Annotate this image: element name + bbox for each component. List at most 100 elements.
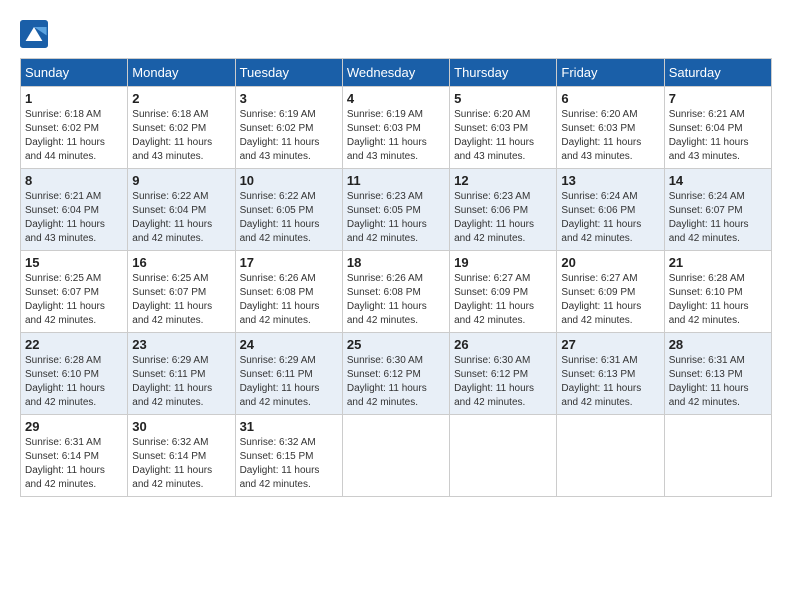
day-info: Sunrise: 6:20 AM Sunset: 6:03 PM Dayligh…: [561, 108, 659, 164]
day-number: 17: [240, 255, 338, 270]
day-info: Sunrise: 6:18 AM Sunset: 6:02 PM Dayligh…: [25, 108, 123, 164]
calendar-cell: 29 Sunrise: 6:31 AM Sunset: 6:14 PM Dayl…: [21, 415, 128, 497]
day-number: 31: [240, 419, 338, 434]
calendar-header: SundayMondayTuesdayWednesdayThursdayFrid…: [21, 59, 772, 87]
day-header-tuesday: Tuesday: [235, 59, 342, 87]
day-info: Sunrise: 6:30 AM Sunset: 6:12 PM Dayligh…: [347, 354, 445, 410]
calendar-cell: 27 Sunrise: 6:31 AM Sunset: 6:13 PM Dayl…: [557, 333, 664, 415]
day-header-wednesday: Wednesday: [342, 59, 449, 87]
day-info: Sunrise: 6:24 AM Sunset: 6:07 PM Dayligh…: [669, 190, 767, 246]
day-number: 28: [669, 337, 767, 352]
calendar-week-4: 22 Sunrise: 6:28 AM Sunset: 6:10 PM Dayl…: [21, 333, 772, 415]
day-number: 10: [240, 173, 338, 188]
day-number: 15: [25, 255, 123, 270]
calendar-cell: 26 Sunrise: 6:30 AM Sunset: 6:12 PM Dayl…: [450, 333, 557, 415]
calendar-cell: 13 Sunrise: 6:24 AM Sunset: 6:06 PM Dayl…: [557, 169, 664, 251]
day-info: Sunrise: 6:19 AM Sunset: 6:03 PM Dayligh…: [347, 108, 445, 164]
calendar-cell: 14 Sunrise: 6:24 AM Sunset: 6:07 PM Dayl…: [664, 169, 771, 251]
day-info: Sunrise: 6:25 AM Sunset: 6:07 PM Dayligh…: [25, 272, 123, 328]
calendar-week-1: 1 Sunrise: 6:18 AM Sunset: 6:02 PM Dayli…: [21, 87, 772, 169]
day-info: Sunrise: 6:23 AM Sunset: 6:05 PM Dayligh…: [347, 190, 445, 246]
calendar-cell: 7 Sunrise: 6:21 AM Sunset: 6:04 PM Dayli…: [664, 87, 771, 169]
day-number: 2: [132, 91, 230, 106]
calendar-cell: [664, 415, 771, 497]
day-number: 13: [561, 173, 659, 188]
day-info: Sunrise: 6:29 AM Sunset: 6:11 PM Dayligh…: [132, 354, 230, 410]
calendar-cell: 11 Sunrise: 6:23 AM Sunset: 6:05 PM Dayl…: [342, 169, 449, 251]
day-info: Sunrise: 6:32 AM Sunset: 6:14 PM Dayligh…: [132, 436, 230, 492]
day-header-friday: Friday: [557, 59, 664, 87]
day-info: Sunrise: 6:31 AM Sunset: 6:13 PM Dayligh…: [561, 354, 659, 410]
day-number: 25: [347, 337, 445, 352]
day-header-monday: Monday: [128, 59, 235, 87]
day-number: 18: [347, 255, 445, 270]
day-number: 21: [669, 255, 767, 270]
day-info: Sunrise: 6:27 AM Sunset: 6:09 PM Dayligh…: [454, 272, 552, 328]
calendar-cell: 22 Sunrise: 6:28 AM Sunset: 6:10 PM Dayl…: [21, 333, 128, 415]
calendar-cell: 10 Sunrise: 6:22 AM Sunset: 6:05 PM Dayl…: [235, 169, 342, 251]
day-info: Sunrise: 6:29 AM Sunset: 6:11 PM Dayligh…: [240, 354, 338, 410]
calendar-cell: 25 Sunrise: 6:30 AM Sunset: 6:12 PM Dayl…: [342, 333, 449, 415]
day-info: Sunrise: 6:22 AM Sunset: 6:04 PM Dayligh…: [132, 190, 230, 246]
day-number: 29: [25, 419, 123, 434]
calendar-cell: 21 Sunrise: 6:28 AM Sunset: 6:10 PM Dayl…: [664, 251, 771, 333]
day-number: 22: [25, 337, 123, 352]
day-info: Sunrise: 6:18 AM Sunset: 6:02 PM Dayligh…: [132, 108, 230, 164]
logo: [20, 20, 50, 48]
calendar-cell: 18 Sunrise: 6:26 AM Sunset: 6:08 PM Dayl…: [342, 251, 449, 333]
calendar-cell: 20 Sunrise: 6:27 AM Sunset: 6:09 PM Dayl…: [557, 251, 664, 333]
calendar-cell: [450, 415, 557, 497]
day-number: 24: [240, 337, 338, 352]
calendar-cell: 16 Sunrise: 6:25 AM Sunset: 6:07 PM Dayl…: [128, 251, 235, 333]
calendar-cell: 3 Sunrise: 6:19 AM Sunset: 6:02 PM Dayli…: [235, 87, 342, 169]
calendar-cell: 19 Sunrise: 6:27 AM Sunset: 6:09 PM Dayl…: [450, 251, 557, 333]
calendar-cell: 6 Sunrise: 6:20 AM Sunset: 6:03 PM Dayli…: [557, 87, 664, 169]
day-info: Sunrise: 6:23 AM Sunset: 6:06 PM Dayligh…: [454, 190, 552, 246]
day-info: Sunrise: 6:21 AM Sunset: 6:04 PM Dayligh…: [669, 108, 767, 164]
calendar-cell: [342, 415, 449, 497]
day-info: Sunrise: 6:22 AM Sunset: 6:05 PM Dayligh…: [240, 190, 338, 246]
day-number: 12: [454, 173, 552, 188]
calendar-cell: 28 Sunrise: 6:31 AM Sunset: 6:13 PM Dayl…: [664, 333, 771, 415]
calendar: SundayMondayTuesdayWednesdayThursdayFrid…: [20, 58, 772, 497]
calendar-cell: 2 Sunrise: 6:18 AM Sunset: 6:02 PM Dayli…: [128, 87, 235, 169]
day-number: 9: [132, 173, 230, 188]
calendar-week-2: 8 Sunrise: 6:21 AM Sunset: 6:04 PM Dayli…: [21, 169, 772, 251]
day-info: Sunrise: 6:28 AM Sunset: 6:10 PM Dayligh…: [669, 272, 767, 328]
day-info: Sunrise: 6:26 AM Sunset: 6:08 PM Dayligh…: [240, 272, 338, 328]
day-info: Sunrise: 6:24 AM Sunset: 6:06 PM Dayligh…: [561, 190, 659, 246]
calendar-cell: 5 Sunrise: 6:20 AM Sunset: 6:03 PM Dayli…: [450, 87, 557, 169]
day-header-saturday: Saturday: [664, 59, 771, 87]
day-info: Sunrise: 6:21 AM Sunset: 6:04 PM Dayligh…: [25, 190, 123, 246]
day-info: Sunrise: 6:31 AM Sunset: 6:14 PM Dayligh…: [25, 436, 123, 492]
calendar-cell: 1 Sunrise: 6:18 AM Sunset: 6:02 PM Dayli…: [21, 87, 128, 169]
calendar-cell: 24 Sunrise: 6:29 AM Sunset: 6:11 PM Dayl…: [235, 333, 342, 415]
day-number: 30: [132, 419, 230, 434]
day-number: 11: [347, 173, 445, 188]
day-number: 5: [454, 91, 552, 106]
day-number: 6: [561, 91, 659, 106]
calendar-cell: 15 Sunrise: 6:25 AM Sunset: 6:07 PM Dayl…: [21, 251, 128, 333]
calendar-cell: 12 Sunrise: 6:23 AM Sunset: 6:06 PM Dayl…: [450, 169, 557, 251]
day-info: Sunrise: 6:26 AM Sunset: 6:08 PM Dayligh…: [347, 272, 445, 328]
day-info: Sunrise: 6:31 AM Sunset: 6:13 PM Dayligh…: [669, 354, 767, 410]
day-info: Sunrise: 6:20 AM Sunset: 6:03 PM Dayligh…: [454, 108, 552, 164]
day-number: 16: [132, 255, 230, 270]
day-info: Sunrise: 6:28 AM Sunset: 6:10 PM Dayligh…: [25, 354, 123, 410]
page-header: [20, 20, 772, 48]
day-number: 1: [25, 91, 123, 106]
calendar-cell: [557, 415, 664, 497]
day-info: Sunrise: 6:30 AM Sunset: 6:12 PM Dayligh…: [454, 354, 552, 410]
calendar-cell: 9 Sunrise: 6:22 AM Sunset: 6:04 PM Dayli…: [128, 169, 235, 251]
day-info: Sunrise: 6:19 AM Sunset: 6:02 PM Dayligh…: [240, 108, 338, 164]
calendar-cell: 23 Sunrise: 6:29 AM Sunset: 6:11 PM Dayl…: [128, 333, 235, 415]
logo-icon: [20, 20, 48, 48]
calendar-cell: 17 Sunrise: 6:26 AM Sunset: 6:08 PM Dayl…: [235, 251, 342, 333]
day-number: 3: [240, 91, 338, 106]
day-info: Sunrise: 6:27 AM Sunset: 6:09 PM Dayligh…: [561, 272, 659, 328]
day-number: 27: [561, 337, 659, 352]
calendar-cell: 30 Sunrise: 6:32 AM Sunset: 6:14 PM Dayl…: [128, 415, 235, 497]
calendar-week-3: 15 Sunrise: 6:25 AM Sunset: 6:07 PM Dayl…: [21, 251, 772, 333]
day-header-sunday: Sunday: [21, 59, 128, 87]
day-info: Sunrise: 6:25 AM Sunset: 6:07 PM Dayligh…: [132, 272, 230, 328]
